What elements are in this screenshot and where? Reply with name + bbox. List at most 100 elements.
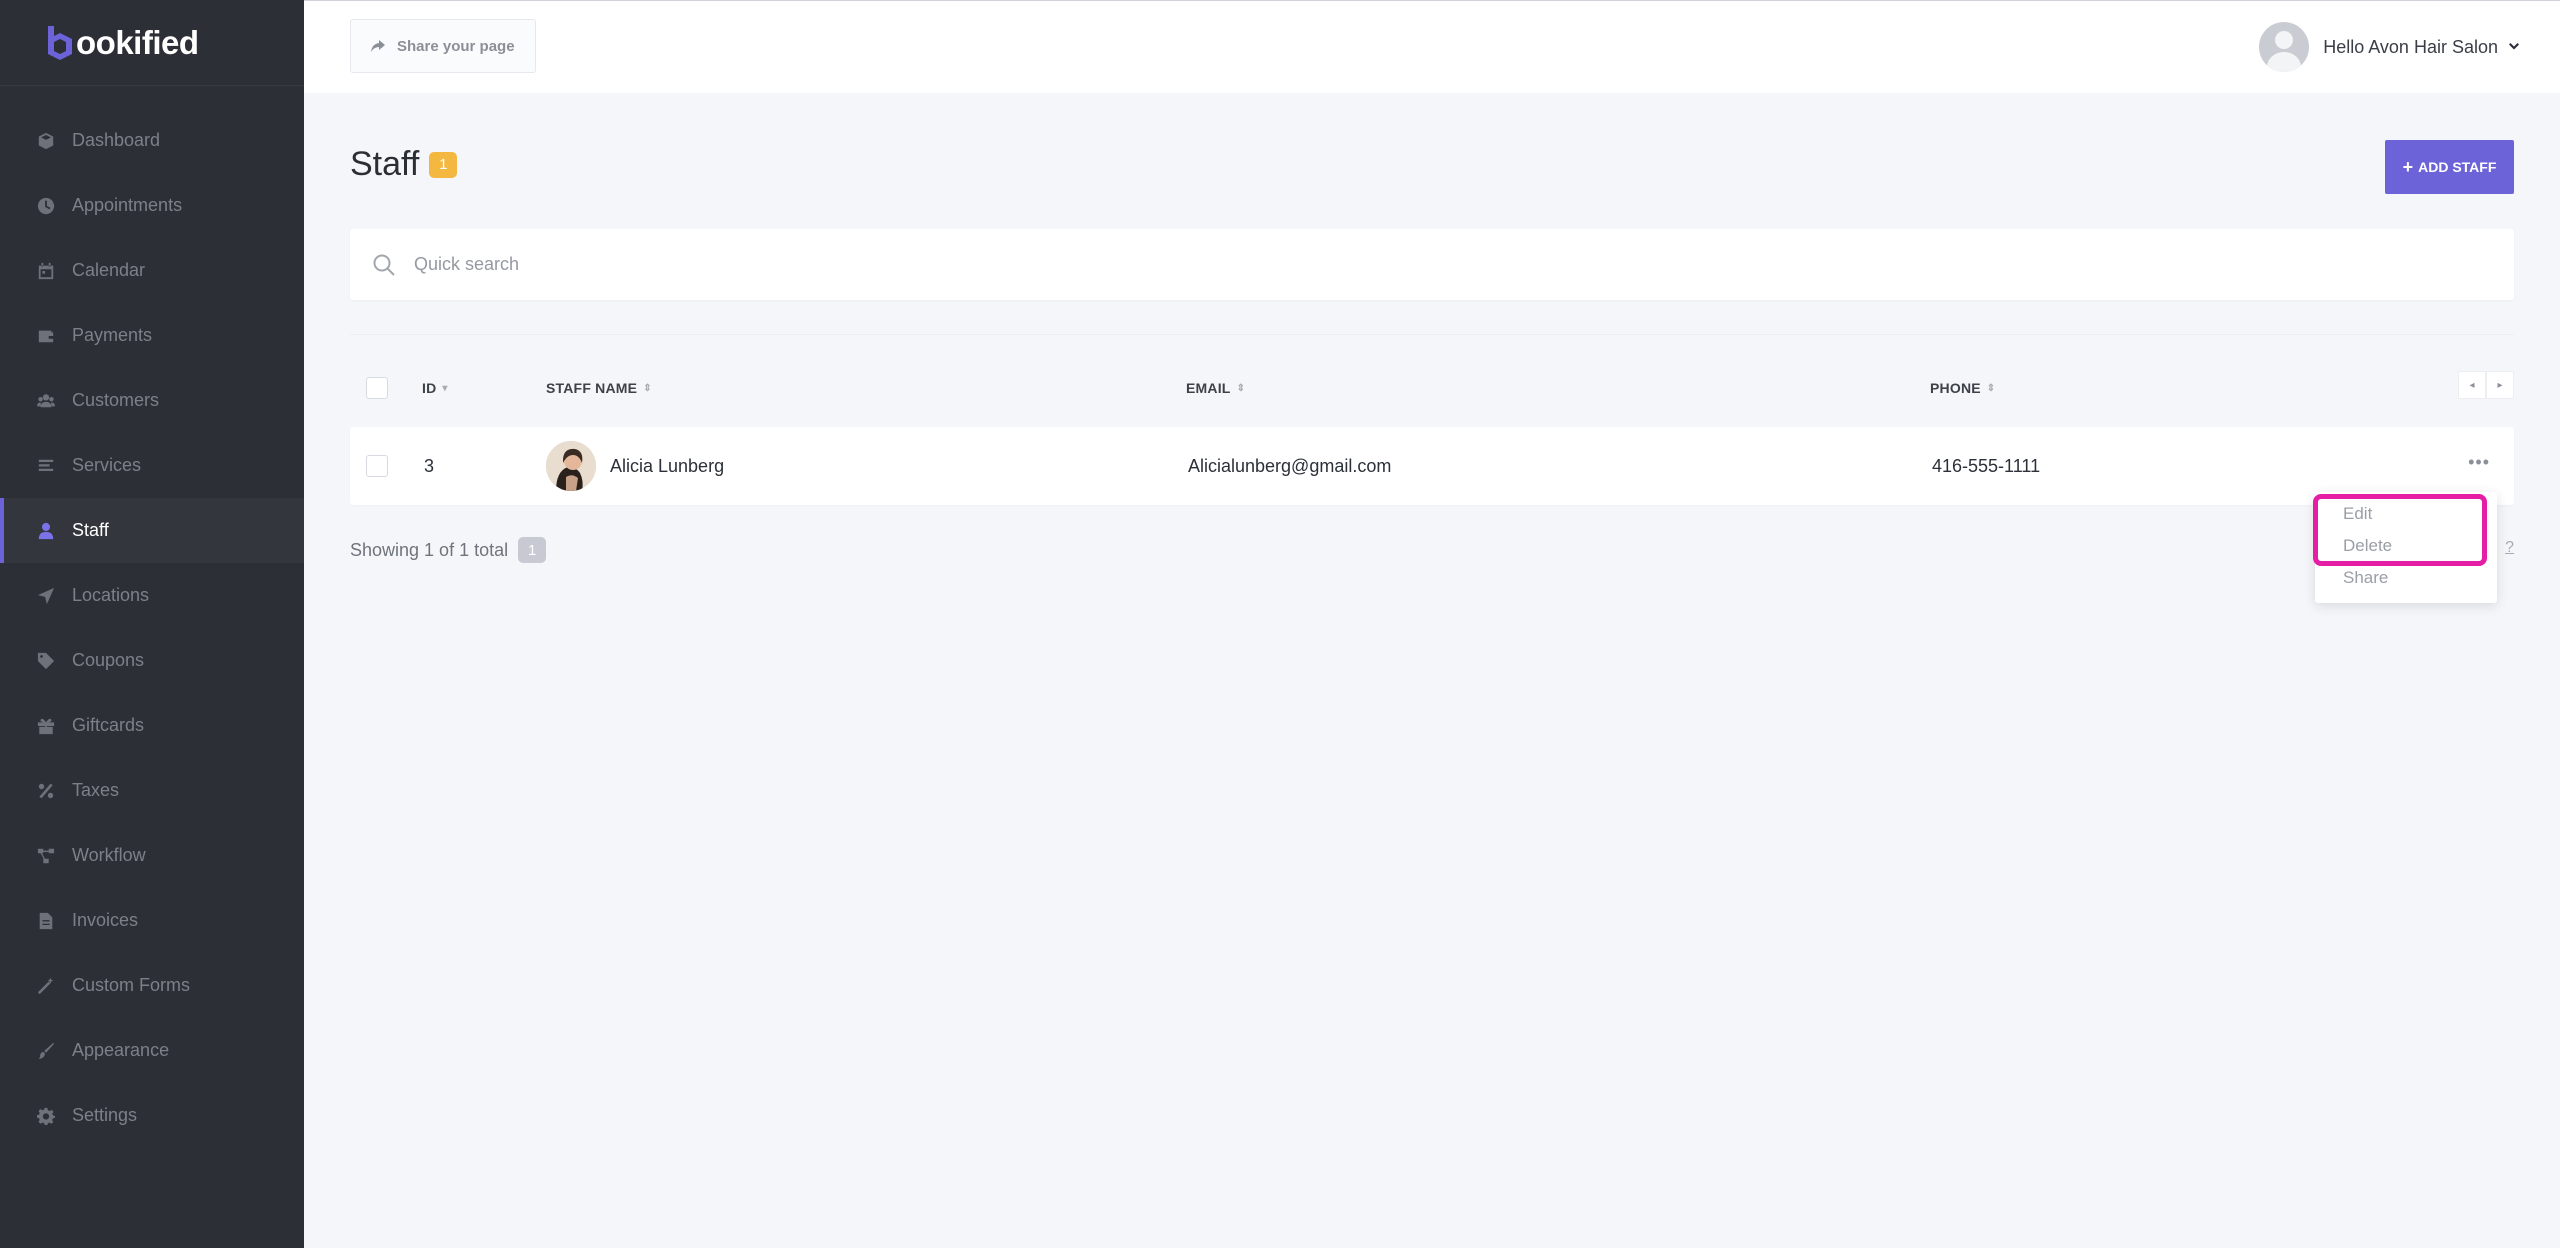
sidebar-item-label: Giftcards: [72, 715, 145, 735]
sidebar-item-settings[interactable]: Settings: [0, 1083, 304, 1148]
sidebar-item-label: Settings: [72, 1105, 138, 1125]
add-staff-label: ADD STAFF: [2418, 159, 2497, 175]
staff-email: Alicialunberg@gmail.com: [1188, 455, 1392, 476]
search-input[interactable]: [414, 254, 2214, 275]
sidebar-item-label: Locations: [72, 585, 150, 605]
workflow-icon: [36, 846, 56, 866]
menu-item-share[interactable]: Share: [2343, 568, 2388, 588]
sidebar-item-customers[interactable]: Customers: [0, 368, 304, 433]
location-arrow-icon: [36, 586, 56, 606]
sidebar-item-services[interactable]: Services: [0, 433, 304, 498]
sidebar-item-label: Staff: [72, 520, 109, 540]
logo[interactable]: ookified: [0, 0, 304, 86]
staff-count-badge: 1: [429, 151, 458, 178]
select-all-checkbox[interactable]: [366, 377, 388, 399]
sidebar-item-staff[interactable]: Staff: [0, 498, 304, 563]
users-icon: [36, 391, 56, 411]
brush-icon: [36, 1041, 56, 1061]
sort-desc-icon: ▾: [442, 382, 448, 394]
user-menu[interactable]: Hello Avon Hair Salon: [2259, 22, 2520, 72]
more-options-icon[interactable]: •••: [2468, 453, 2490, 471]
sidebar-item-calendar[interactable]: Calendar: [0, 238, 304, 303]
staff-avatar: [546, 441, 596, 491]
table-row[interactable]: 3 Alicia Lunberg Alicialunberg@gmail.com…: [350, 427, 2514, 505]
sidebar-item-workflow[interactable]: Workflow: [0, 823, 304, 888]
next-page-icon[interactable]: ▸: [2486, 371, 2514, 399]
staff-name-cell: Alicia Lunberg: [546, 427, 724, 505]
user-icon: [36, 521, 56, 541]
list-icon: [36, 456, 56, 476]
page-title: Staff: [350, 145, 420, 183]
magic-wand-icon: [36, 976, 56, 996]
sidebar-item-dashboard[interactable]: Dashboard: [0, 108, 304, 173]
sidebar-item-label: Customers: [72, 390, 160, 410]
cube-icon: [36, 131, 56, 151]
sidebar-item-coupons[interactable]: Coupons: [0, 628, 304, 693]
clock-icon: [36, 196, 56, 216]
gift-icon: [36, 716, 56, 736]
sidebar-item-label: Calendar: [72, 260, 146, 280]
percent-icon: [36, 781, 56, 801]
sidebar-item-custom-forms[interactable]: Custom Forms: [0, 953, 304, 1018]
sidebar-item-taxes[interactable]: Taxes: [0, 758, 304, 823]
divider: [350, 334, 2514, 335]
sidebar-item-locations[interactable]: Locations: [0, 563, 304, 628]
prev-page-icon[interactable]: ◂: [2458, 371, 2486, 399]
chevron-down-icon: [2509, 43, 2519, 50]
user-greeting: Hello Avon Hair Salon: [2323, 36, 2498, 57]
showing-text: Showing 1 of 1 total: [350, 539, 509, 560]
staff-phone: 416-555-1111: [1932, 455, 2041, 476]
sidebar-item-label: Coupons: [72, 650, 145, 670]
wallet-icon: [36, 326, 56, 346]
tag-icon: [36, 651, 56, 671]
search-icon: [373, 254, 395, 276]
quick-search-bar: [350, 229, 2514, 300]
add-staff-button[interactable]: + ADD STAFF: [2385, 140, 2514, 194]
column-header-label: EMAIL: [1186, 380, 1231, 396]
gear-icon: [36, 1106, 56, 1126]
share-page-label: Share your page: [397, 37, 515, 55]
help-link[interactable]: ?: [2505, 539, 2514, 557]
sidebar-item-label: Custom Forms: [72, 975, 191, 995]
sidebar-item-invoices[interactable]: Invoices: [0, 888, 304, 953]
column-header-id[interactable]: ID ▾: [422, 380, 448, 396]
row-checkbox[interactable]: [366, 455, 388, 477]
sidebar-item-label: Invoices: [72, 910, 139, 930]
column-header-email[interactable]: EMAIL ⇕: [1186, 380, 1245, 396]
staff-id: 3: [424, 455, 435, 476]
staff-name: Alicia Lunberg: [610, 455, 725, 476]
brand-logo-icon: [48, 25, 72, 60]
pagination-summary: Showing 1 of 1 total 1: [350, 537, 547, 563]
column-header-label: PHONE: [1930, 380, 1981, 396]
table-header: ID ▾ STAFF NAME ⇕ EMAIL ⇕ PHONE ⇕ ◂ ▸: [350, 363, 2514, 413]
sidebar-item-label: Services: [72, 455, 142, 475]
main-content: Staff 1 + ADD STAFF ID ▾ STAFF NAME ⇕ EM…: [304, 93, 2560, 1248]
sort-icon: ⇕: [1236, 382, 1246, 394]
sidebar-item-giftcards[interactable]: Giftcards: [0, 693, 304, 758]
column-header-staff-name[interactable]: STAFF NAME ⇕: [546, 380, 652, 396]
page-header: Staff 1: [350, 145, 458, 184]
logo-text: ookified: [76, 23, 199, 61]
annotation-highlight-box: [2313, 494, 2487, 566]
sidebar-item-label: Dashboard: [72, 130, 161, 150]
table-pager: ◂ ▸: [2458, 371, 2514, 399]
sidebar-item-payments[interactable]: Payments: [0, 303, 304, 368]
column-header-phone[interactable]: PHONE ⇕: [1930, 380, 1995, 396]
sidebar: ookified Dashboard Appointments Calendar…: [0, 0, 304, 1248]
share-page-button[interactable]: Share your page: [350, 19, 536, 73]
sidebar-item-label: Appearance: [72, 1040, 170, 1060]
current-page-badge[interactable]: 1: [518, 537, 547, 563]
top-bar: Share your page Hello Avon Hair Salon: [304, 0, 2560, 93]
share-arrow-icon: [371, 40, 385, 52]
sidebar-item-label: Taxes: [72, 780, 120, 800]
sidebar-item-label: Workflow: [72, 845, 146, 865]
plus-icon: +: [2402, 156, 2414, 177]
sidebar-item-appointments[interactable]: Appointments: [0, 173, 304, 238]
sidebar-item-appearance[interactable]: Appearance: [0, 1018, 304, 1083]
sidebar-item-label: Appointments: [72, 195, 183, 215]
sort-icon: ⇕: [643, 382, 652, 394]
column-header-label: STAFF NAME: [546, 380, 638, 396]
file-icon: [36, 911, 56, 931]
column-header-label: ID: [422, 380, 437, 396]
sidebar-item-label: Payments: [72, 325, 153, 345]
